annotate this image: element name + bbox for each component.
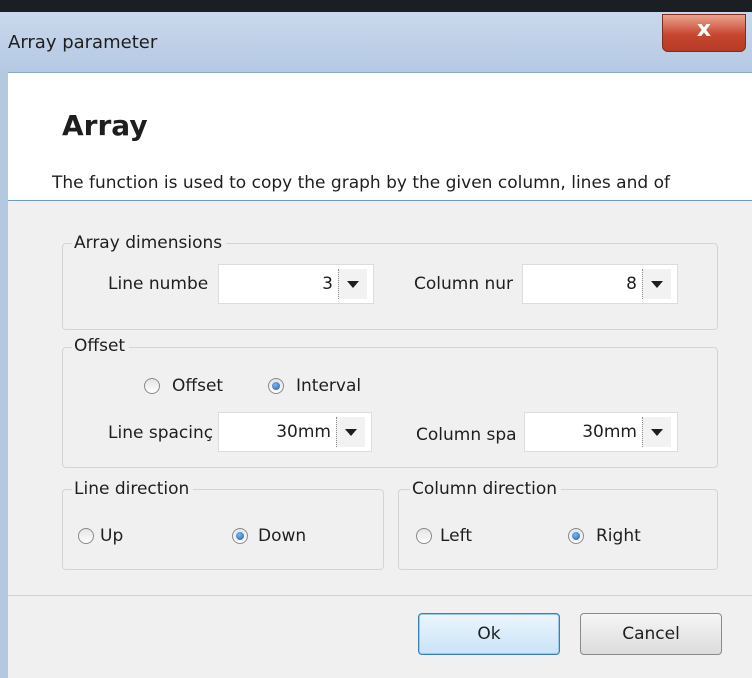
line-spacing-value: 30mm <box>276 422 331 442</box>
dialog-header: Array The function is used to copy the g… <box>8 73 752 201</box>
column-direction-left-radio[interactable] <box>416 528 432 544</box>
close-icon: x <box>696 17 712 42</box>
title-bar[interactable]: Array parameter x <box>0 12 752 73</box>
column-number-dropdown-icon[interactable] <box>642 269 671 299</box>
window-frame <box>0 72 8 678</box>
array-dimensions-legend: Array dimensions <box>72 233 227 253</box>
cancel-button[interactable]: Cancel <box>580 613 722 655</box>
line-spacing-spinner[interactable]: 30mm <box>218 412 372 452</box>
close-button[interactable]: x <box>662 14 746 52</box>
footer-divider <box>8 595 752 596</box>
array-parameter-dialog: Array parameter x Array The function is … <box>0 12 752 678</box>
line-direction-down-radio[interactable] <box>232 528 248 544</box>
column-spacing-label: Column spa <box>416 425 517 445</box>
column-direction-right-radio[interactable] <box>568 528 584 544</box>
column-number-value: 8 <box>626 274 637 294</box>
column-direction-left-label[interactable]: Left <box>440 526 472 546</box>
line-spacing-label: Line spacinç <box>108 423 214 443</box>
ok-button[interactable]: Ok <box>418 613 560 655</box>
line-number-label: Line numbe <box>108 274 209 294</box>
column-direction-legend: Column direction <box>410 479 562 499</box>
column-spacing-dropdown-icon[interactable] <box>642 417 671 447</box>
line-spacing-dropdown-icon[interactable] <box>336 417 365 447</box>
column-spacing-spinner[interactable]: 30mm <box>524 412 678 452</box>
page-title: Array <box>62 109 148 142</box>
offset-mode-offset-label[interactable]: Offset <box>172 376 223 396</box>
column-number-label: Column nur <box>414 274 514 294</box>
column-number-spinner[interactable]: 8 <box>522 264 678 304</box>
line-direction-up-label[interactable]: Up <box>100 526 123 546</box>
window-title: Array parameter <box>8 32 158 53</box>
column-direction-right-label[interactable]: Right <box>596 526 641 546</box>
offset-mode-interval-label[interactable]: Interval <box>296 376 361 396</box>
offset-mode-offset-radio[interactable] <box>144 378 160 394</box>
line-number-spinner[interactable]: 3 <box>218 264 374 304</box>
line-direction-legend: Line direction <box>72 479 194 499</box>
line-direction-down-label[interactable]: Down <box>258 526 306 546</box>
line-direction-up-radio[interactable] <box>78 528 94 544</box>
offset-mode-interval-radio[interactable] <box>268 378 284 394</box>
header-description: The function is used to copy the graph b… <box>52 173 670 193</box>
column-spacing-value: 30mm <box>582 422 637 442</box>
offset-legend: Offset <box>72 336 130 356</box>
line-number-dropdown-icon[interactable] <box>338 269 367 299</box>
line-number-value: 3 <box>322 274 333 294</box>
